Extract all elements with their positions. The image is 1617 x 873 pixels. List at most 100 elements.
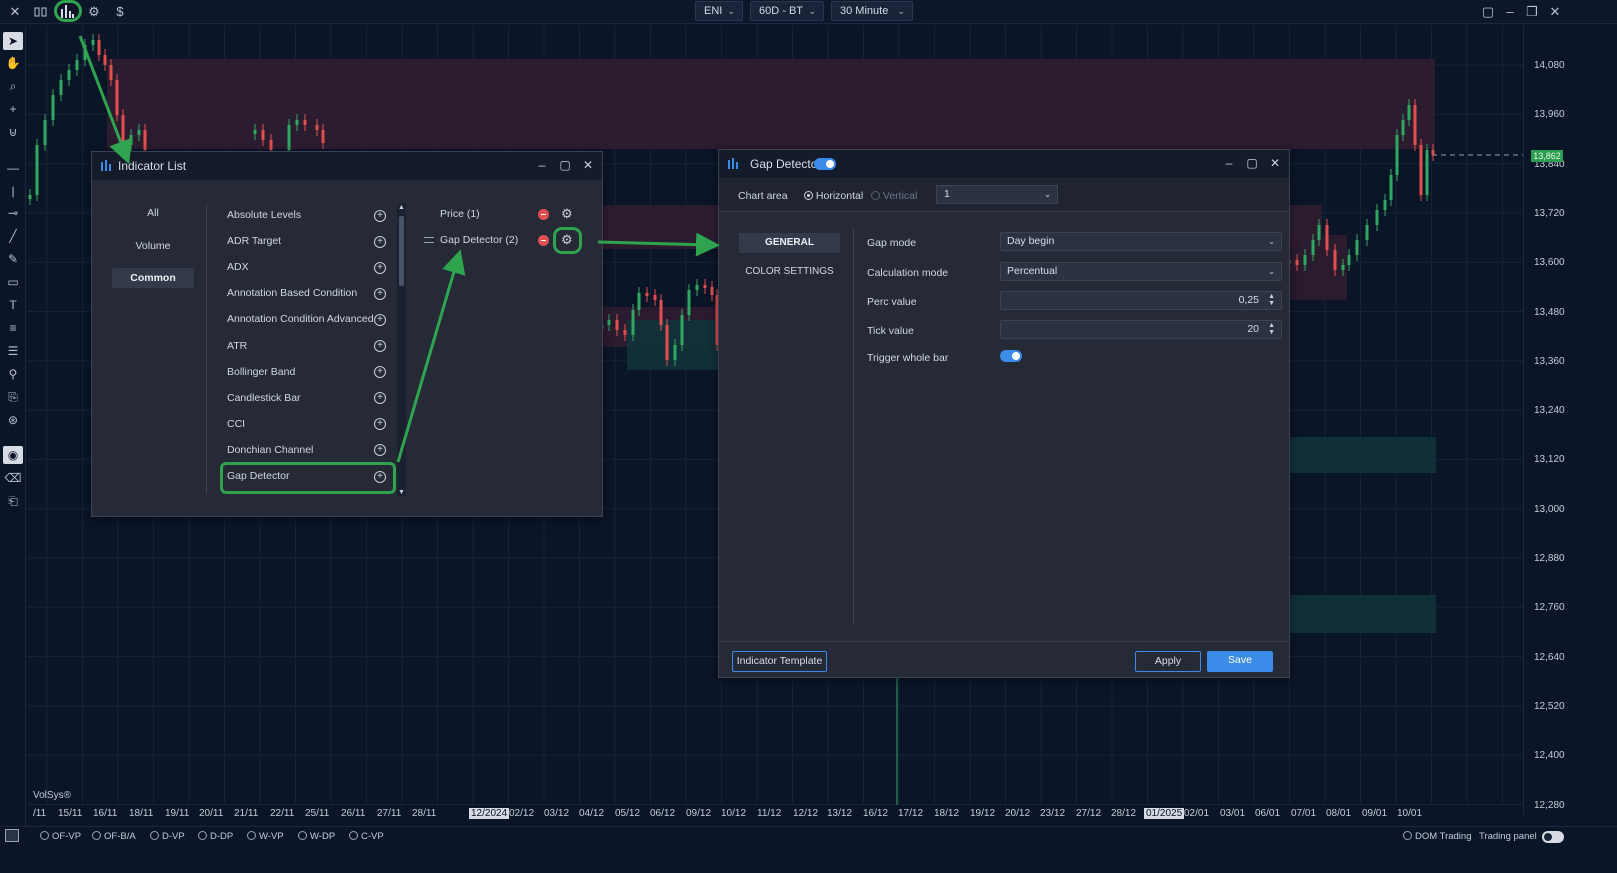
spinner-icon[interactable]: ▲ ▼	[1268, 322, 1275, 336]
interval-dropdown[interactable]: 30 Minute ⌄	[831, 1, 913, 21]
pan-icon[interactable]: ✋	[3, 54, 23, 72]
alert-icon[interactable]: ⊛	[3, 411, 23, 429]
add-indicator-icon[interactable]: +	[374, 340, 386, 352]
profile-option[interactable]: OF-VP	[40, 831, 81, 842]
indicator-item[interactable]: Donchian Channel	[227, 444, 313, 456]
minimize-icon[interactable]: –	[1222, 156, 1236, 170]
add-indicator-icon[interactable]: +	[374, 313, 386, 326]
add-indicator-icon[interactable]: +	[374, 261, 386, 274]
clone-icon[interactable]: ⎗	[3, 492, 23, 510]
price-settings-icon[interactable]: ⚙	[561, 207, 573, 220]
profile-option[interactable]: W-VP	[247, 831, 284, 842]
zoom-icon[interactable]: ⌕	[3, 77, 23, 95]
add-indicator-icon[interactable]: +	[374, 366, 386, 379]
add-indicator-icon[interactable]: +	[374, 418, 386, 431]
category-common[interactable]: Common	[112, 268, 194, 288]
minimize-icon[interactable]: –	[535, 158, 549, 172]
indicator-item[interactable]: ADX	[227, 261, 249, 273]
apply-button[interactable]: Apply	[1135, 651, 1201, 672]
calc-mode-select[interactable]: Percentual ⌄	[1000, 262, 1282, 281]
magnet-icon[interactable]: ⊍	[3, 123, 23, 141]
horizontal-radio[interactable]: Horizontal	[804, 190, 863, 202]
candles-icon[interactable]	[31, 2, 51, 22]
settings-icon[interactable]: ⚙	[84, 2, 104, 22]
drag-handle-icon[interactable]	[424, 237, 434, 243]
dollar-icon[interactable]: $	[110, 2, 130, 22]
ray-icon[interactable]: ⊸	[3, 204, 23, 222]
indicator-list-titlebar[interactable]: Indicator List – ▢ ✕	[92, 152, 602, 180]
text-icon[interactable]: T	[3, 296, 23, 314]
close-icon[interactable]: ✕	[1545, 2, 1565, 22]
gap-detector-titlebar[interactable]: Gap Detector – ▢ ✕	[719, 150, 1289, 178]
indicator-item[interactable]: Candlestick Bar	[227, 392, 301, 404]
pointer-icon[interactable]: ➤	[3, 32, 23, 50]
profile-option[interactable]: OF-B/A	[92, 831, 136, 842]
scroll-down-icon[interactable]: ▼	[398, 489, 405, 496]
tab-color-settings[interactable]: COLOR SETTINGS	[739, 262, 840, 282]
close-icon[interactable]: ✕	[1268, 156, 1282, 170]
layout-icon[interactable]: ▢	[1478, 2, 1498, 22]
measure-icon[interactable]: ⚲	[3, 365, 23, 383]
crosshair-icon[interactable]: +	[3, 100, 23, 118]
dom-trading-option[interactable]: DOM Trading	[1403, 831, 1472, 842]
timeframe-dropdown[interactable]: 60D - BT ⌄	[750, 1, 824, 21]
indicator-item[interactable]: ATR	[227, 340, 247, 352]
list-icon[interactable]: ≡	[3, 319, 23, 337]
indicator-item[interactable]: CCI	[227, 418, 245, 430]
save-button[interactable]: Save	[1207, 651, 1273, 672]
tick-value-input[interactable]: 20 ▲ ▼	[1000, 320, 1282, 339]
maximize-icon[interactable]: ▢	[1245, 156, 1259, 170]
fib-icon[interactable]: ☰	[3, 342, 23, 360]
hline-icon[interactable]: —	[3, 159, 23, 177]
close-icon[interactable]: ✕	[5, 2, 25, 22]
panel-toggle-icon[interactable]	[5, 829, 19, 842]
gap-mode-select[interactable]: Day begin ⌄	[1000, 232, 1282, 251]
symbol-dropdown[interactable]: ENI ⌄	[695, 1, 743, 21]
restore-icon[interactable]: ❐	[1522, 2, 1542, 22]
profile-option[interactable]: D-DP	[198, 831, 233, 842]
add-indicator-icon[interactable]: +	[374, 392, 386, 405]
profile-option[interactable]: W-DP	[298, 831, 335, 842]
time-axis[interactable]: /11 15/11 16/11 18/11 19/11 20/11 21/11 22/11 25…	[27, 805, 1523, 823]
category-volume[interactable]: Volume	[112, 236, 194, 256]
indicator-item[interactable]: ADR Target	[227, 235, 281, 247]
indicator-item[interactable]: Absolute Levels	[227, 209, 301, 221]
trigger-whole-bar-toggle[interactable]	[1000, 350, 1022, 362]
minimize-icon[interactable]: –	[1500, 2, 1520, 22]
indicator-template-button[interactable]: Indicator Template	[732, 651, 827, 672]
remove-price-button[interactable]	[538, 209, 549, 220]
price-axis[interactable]: 14,080 13,960 13,840 13,720 13,600 13,480 13,3…	[1523, 25, 1617, 815]
active-indicator-price[interactable]: Price (1)	[440, 208, 480, 220]
perc-value-input[interactable]: 0,25 ▲ ▼	[1000, 291, 1282, 310]
rectangle-icon[interactable]: ▭	[3, 273, 23, 291]
scroll-thumb[interactable]	[399, 216, 404, 286]
trendline-icon[interactable]: ╱	[3, 227, 23, 245]
add-indicator-icon[interactable]: +	[374, 209, 386, 222]
active-indicator-gap-detector[interactable]: Gap Detector (2)	[440, 234, 518, 246]
add-indicator-icon[interactable]: +	[374, 444, 386, 457]
spinner-icon[interactable]: ▲ ▼	[1268, 293, 1275, 307]
trading-panel-toggle[interactable]	[1542, 831, 1564, 843]
vertical-radio[interactable]: Vertical	[871, 190, 917, 202]
add-indicator-icon[interactable]: +	[374, 287, 386, 300]
profile-option[interactable]: C-VP	[349, 831, 384, 842]
category-all[interactable]: All	[112, 203, 194, 223]
maximize-icon[interactable]: ▢	[558, 158, 572, 172]
profile-option[interactable]: D-VP	[150, 831, 185, 842]
gap-detector-enable-toggle[interactable]	[814, 158, 836, 170]
note-icon[interactable]: ⎘	[3, 388, 23, 406]
tab-general[interactable]: GENERAL	[739, 233, 840, 253]
add-indicator-icon[interactable]: +	[374, 235, 386, 248]
eye-icon[interactable]: ◉	[3, 446, 23, 464]
close-icon[interactable]: ✕	[581, 158, 595, 172]
indicator-item[interactable]: Bollinger Band	[227, 366, 295, 378]
scroll-up-icon[interactable]: ▲	[398, 204, 405, 211]
eraser-icon[interactable]: ⌫	[3, 469, 23, 487]
vline-icon[interactable]: |	[3, 182, 23, 200]
indicator-item[interactable]: Annotation Based Condition	[227, 287, 357, 299]
panel-select[interactable]: 1 ⌄	[936, 185, 1058, 204]
indicator-item[interactable]: Annotation Condition Advanced	[227, 313, 374, 325]
indicator-scrollbar[interactable]: ▲ ▼	[397, 204, 406, 496]
remove-gap-detector-button[interactable]	[538, 235, 549, 246]
pencil-icon[interactable]: ✎	[3, 250, 23, 268]
